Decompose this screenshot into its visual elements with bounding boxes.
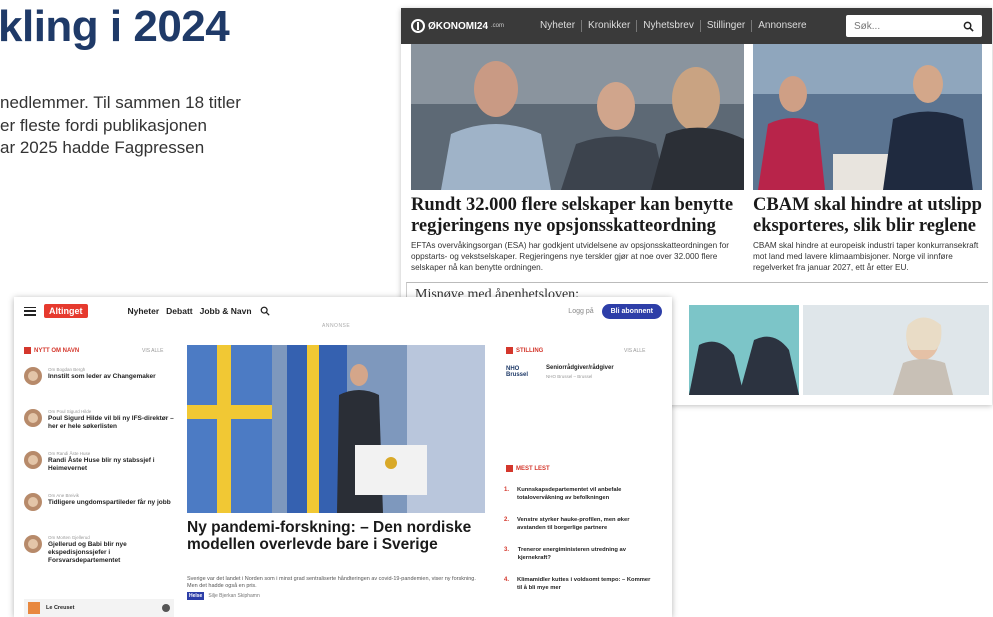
- main-headline[interactable]: Rundt 32.000 flere selskaper kan benytte…: [411, 195, 746, 237]
- list-item[interactable]: Om Ane Breivik Tidligere ungdomspartilede…: [24, 493, 174, 535]
- rank-number: 3.: [504, 547, 510, 553]
- list-item[interactable]: 1. Kunnskapsdepartementet vil anbefale to…: [504, 487, 654, 517]
- main-article-image[interactable]: [411, 44, 744, 190]
- altinget-menu: Nyheter Debatt Jobb & Navn: [128, 306, 252, 316]
- altinget-screenshot: Altinget Nyheter Debatt Jobb & Navn Logg…: [14, 297, 672, 617]
- article-line: ar 2025 hadde Fagpressen: [0, 138, 205, 157]
- most-read-title: Treneror energiministeren utredning av k…: [517, 547, 626, 561]
- okonomi24-logo[interactable]: ØKONOMI24 .com: [411, 19, 504, 33]
- job-listing[interactable]: NHO Brussel Seniorrådgiver/rådgiver NHO …: [506, 365, 614, 379]
- person-headline: Innstilt som leder av Changemaker: [48, 373, 156, 380]
- advertisement[interactable]: Le Creuset: [24, 599, 174, 617]
- related-thumbnail[interactable]: [803, 305, 989, 395]
- person-name: Om Bogdan Bergh: [48, 367, 86, 372]
- hero-lead: Sverige var det landet i Norden som i mi…: [187, 576, 476, 589]
- nav-item-stillinger[interactable]: Stillinger: [701, 20, 753, 32]
- altinget-flag-icon: [24, 347, 31, 354]
- list-item[interactable]: Om Poul Sigurd Hilde Poul Sigurd Hilde vi…: [24, 409, 174, 451]
- nav-item-kronikker[interactable]: Kronikker: [582, 20, 638, 32]
- rank-number: 1.: [504, 487, 510, 493]
- power-icon: [411, 19, 425, 33]
- search-icon[interactable]: [260, 306, 270, 316]
- side-lead: CBAM skal hindre at europeisk industri t…: [753, 241, 979, 272]
- ad-info-icon[interactable]: [162, 604, 170, 612]
- search-icon[interactable]: [963, 21, 974, 32]
- most-read-label: MEST LEST: [516, 465, 550, 472]
- side-headline[interactable]: CBAM skal hindre at utslipp eksporteres,…: [753, 195, 988, 237]
- subscribe-button[interactable]: Bli abonnent: [601, 303, 662, 319]
- person-name: Om Ane Breivik: [48, 493, 80, 498]
- related-thumbnail[interactable]: [689, 305, 799, 395]
- person-name: Om Morten Gjellerud: [48, 535, 90, 540]
- person-headline: Tidligere ungdomspartileder får ny jobb: [48, 499, 171, 506]
- list-item[interactable]: Om Morten Gjellerud Gjellerud og Babi bli…: [24, 535, 174, 577]
- author-name[interactable]: Silje Bjerkan Skiphamn: [208, 593, 259, 599]
- person-headline: Gjellerud og Babi blir nye ekspedisjonss…: [48, 541, 127, 564]
- article-title: kling i 2024: [0, 2, 230, 51]
- nav-item-nyheter[interactable]: Nyheter: [534, 20, 583, 32]
- nav-item-nyhetsbrev[interactable]: Nyhetsbrev: [637, 20, 701, 32]
- nav-item-debatt[interactable]: Debatt: [166, 306, 192, 316]
- search-placeholder: Søk...: [854, 20, 881, 32]
- nav-item-jobb-navn[interactable]: Jobb & Navn: [200, 306, 252, 316]
- main-lead: EFTAs overvåkingsorgan (ESA) har godkjen…: [411, 241, 729, 272]
- article-line: er fleste fordi publikasjonen: [0, 115, 207, 135]
- list-item[interactable]: 4. Klimamidler kuttes i voldsomt tempo: –…: [504, 577, 654, 607]
- list-item[interactable]: 3. Treneror energiministeren utredning av…: [504, 547, 654, 577]
- avatar: [24, 409, 42, 427]
- avatar: [24, 535, 42, 553]
- jobs-show-all-link[interactable]: VIS ALLE: [624, 348, 645, 354]
- jobs-header-label: STILLING: [516, 347, 544, 354]
- altinget-navbar: Altinget Nyheter Debatt Jobb & Navn Logg…: [14, 297, 672, 325]
- most-read-title: Venstre styrker hauke-profilen, men øker…: [517, 517, 630, 531]
- avatar: [24, 367, 42, 385]
- okonomi24-menu: Nyheter Kronikker Nyhetsbrev Stillinger …: [534, 20, 813, 32]
- menu-icon[interactable]: [24, 306, 36, 316]
- article-line: nedlemmer. Til sammen 18 titler: [0, 93, 241, 112]
- person-headline: Poul Sigurd Hilde vil bli ny IFS-direktø…: [48, 415, 174, 430]
- job-title: Seniorrådgiver/rådgiver: [546, 365, 614, 371]
- hero-image[interactable]: [187, 345, 485, 513]
- nav-item-annonsere[interactable]: Annonsere: [752, 20, 812, 32]
- ad-logo-icon: [28, 602, 40, 614]
- avatar: [24, 451, 42, 469]
- person-name: Om Poul Sigurd Hilde: [48, 409, 92, 414]
- person-name: Om Randi Åste Huse: [48, 451, 91, 456]
- okonomi24-navbar: ØKONOMI24 .com Nyheter Kronikker Nyhetsb…: [401, 8, 992, 44]
- nav-item-nyheter[interactable]: Nyheter: [128, 306, 160, 316]
- side-article-image[interactable]: [753, 44, 982, 190]
- article-paragraph: nedlemmer. Til sammen 18 titler er flest…: [0, 92, 360, 160]
- most-read-title: Kunnskapsdepartementet vil anbefale tota…: [517, 487, 622, 501]
- rank-number: 4.: [504, 577, 510, 583]
- search-input[interactable]: Søk...: [846, 15, 982, 37]
- employer-logo: NHO Brussel: [506, 366, 529, 378]
- altinget-flag-icon: [506, 465, 513, 472]
- people-header-label: NYTT OM NAVN: [34, 347, 80, 354]
- list-item[interactable]: Om Bogdan Bergh Innstilt som leder av Cha…: [24, 367, 174, 409]
- byline: Helse Silje Bjerkan Skiphamn: [187, 592, 260, 600]
- most-read-header[interactable]: MEST LEST: [506, 465, 550, 472]
- most-read-title: Klimamidler kuttes i voldsomt tempo: – K…: [517, 577, 651, 591]
- category-tag[interactable]: Helse: [187, 592, 205, 600]
- altinget-logo[interactable]: Altinget: [44, 304, 88, 318]
- avatar: [24, 493, 42, 511]
- list-item[interactable]: Om Randi Åste Huse Randi Åste Huse blir n…: [24, 451, 174, 493]
- person-headline: Randi Åste Huse blir ny stabssjef i Heim…: [48, 457, 155, 472]
- logo-suffix: .com: [491, 23, 505, 29]
- altinget-flag-icon: [506, 347, 513, 354]
- people-show-all-link[interactable]: VIS ALLE: [142, 348, 163, 354]
- list-item[interactable]: 2. Venstre styrker hauke-profilen, men øk…: [504, 517, 654, 547]
- rank-number: 2.: [504, 517, 510, 523]
- hero-headline[interactable]: Ny pandemi-forskning: – Den nordiske mod…: [187, 519, 487, 553]
- login-link[interactable]: Logg på: [568, 308, 593, 315]
- people-section-header[interactable]: NYTT OM NAVN: [24, 347, 79, 354]
- logo-text: ØKONOMI24: [428, 20, 489, 32]
- people-list: Om Bogdan Bergh Innstilt som leder av Cha…: [24, 367, 174, 577]
- jobs-section-header[interactable]: STILLING: [506, 347, 543, 354]
- ad-name: Le Creuset: [46, 605, 75, 611]
- most-read-list: 1. Kunnskapsdepartementet vil anbefale to…: [504, 487, 654, 607]
- job-org: NHO Brussel – Brussel: [546, 374, 593, 379]
- ad-label: ANNONSE: [322, 323, 351, 329]
